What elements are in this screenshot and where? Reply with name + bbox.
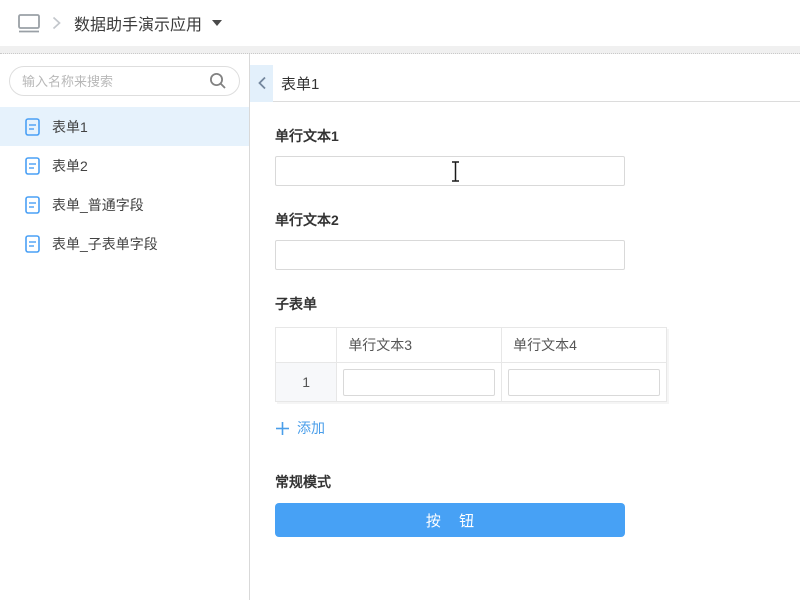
- search-box: [9, 66, 240, 96]
- row-number[interactable]: 1: [276, 363, 337, 402]
- page-title: 表单1: [281, 73, 319, 94]
- sidebar: 表单1 表单2: [0, 54, 250, 600]
- text-input-1[interactable]: [275, 156, 625, 186]
- sidebar-item-form1[interactable]: 表单1: [0, 107, 249, 146]
- field-label-text1: 单行文本1: [275, 126, 800, 146]
- app-title[interactable]: 数据助手演示应用: [74, 11, 202, 35]
- document-icon: [25, 157, 40, 175]
- subform-header-text4: 单行文本4: [502, 328, 667, 363]
- back-button[interactable]: [250, 65, 273, 102]
- sidebar-item-form-normal-fields[interactable]: 表单_普通字段: [0, 185, 249, 224]
- sidebar-item-form2[interactable]: 表单2: [0, 146, 249, 185]
- field-label-text2: 单行文本2: [275, 210, 800, 230]
- subform-input-text4[interactable]: [508, 369, 660, 396]
- form-content: 单行文本1 单行文本2 子表单: [250, 102, 800, 537]
- main-panel: 表单1 单行文本1 单行文本2 子表单: [250, 54, 800, 600]
- add-row-button[interactable]: 添加: [275, 418, 345, 438]
- plus-icon: [275, 421, 290, 436]
- subform-header-index: [276, 328, 337, 363]
- sidebar-item-label: 表单2: [52, 156, 88, 176]
- caret-down-icon[interactable]: [212, 20, 222, 26]
- main-header: 表单1: [250, 65, 800, 102]
- subform-header-row: 单行文本3 单行文本4: [276, 328, 667, 363]
- search-input[interactable]: [22, 74, 209, 89]
- topbar: 数据助手演示应用: [0, 0, 800, 46]
- app-window: 数据助手演示应用: [0, 0, 800, 600]
- chevron-left-icon: [257, 75, 267, 91]
- sidebar-item-form-subform-fields[interactable]: 表单_子表单字段: [0, 224, 249, 263]
- document-icon: [25, 196, 40, 214]
- chevron-right-icon: [52, 16, 61, 30]
- subform-header-text3: 单行文本3: [337, 328, 502, 363]
- submit-button[interactable]: 按 钮: [275, 503, 625, 537]
- document-icon: [25, 235, 40, 253]
- add-label: 添加: [297, 418, 325, 438]
- form-list: 表单1 表单2: [0, 107, 249, 263]
- search-icon[interactable]: [209, 72, 227, 90]
- sidebar-item-label: 表单1: [52, 117, 88, 137]
- sidebar-item-label: 表单_子表单字段: [52, 234, 158, 254]
- document-icon: [25, 118, 40, 136]
- monitor-icon[interactable]: [16, 11, 42, 35]
- sidebar-item-label: 表单_普通字段: [52, 195, 144, 215]
- subform-row: 1: [276, 363, 667, 402]
- mode-label: 常规模式: [275, 472, 800, 492]
- topbar-divider: [0, 46, 800, 54]
- subform-table: 单行文本3 单行文本4 1: [275, 327, 667, 402]
- subform-input-text3[interactable]: [343, 369, 495, 396]
- subform-label: 子表单: [275, 294, 800, 314]
- text-input-2[interactable]: [275, 240, 625, 270]
